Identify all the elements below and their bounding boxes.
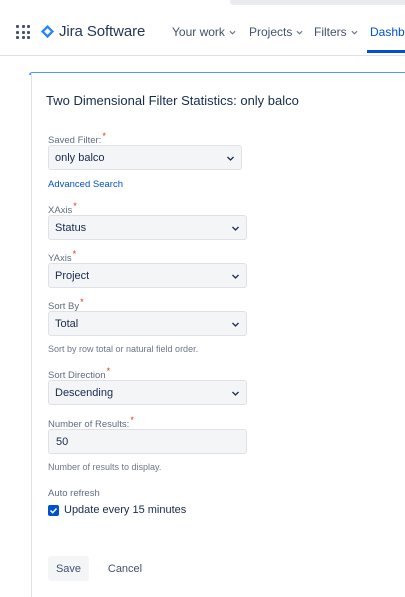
- jira-logo-icon: [40, 24, 55, 38]
- sort-direction-select[interactable]: Descending: [48, 380, 247, 405]
- nav-projects[interactable]: Projects: [249, 25, 303, 39]
- num-results-help: Number of results to display.: [48, 462, 162, 472]
- chevron-down-icon: [229, 30, 236, 35]
- saved-filter-select[interactable]: only balco: [48, 145, 242, 170]
- required-marker: *: [73, 200, 77, 211]
- nav-dashboards[interactable]: Dashb: [370, 25, 405, 39]
- sort-by-help: Sort by row total or natural field order…: [48, 344, 199, 354]
- num-results-input[interactable]: 50: [48, 429, 247, 454]
- nav-your-work[interactable]: Your work: [172, 25, 236, 39]
- required-marker: *: [72, 248, 77, 259]
- chevron-down-icon: [232, 322, 239, 327]
- required-marker: *: [130, 414, 134, 425]
- nav-filters[interactable]: Filters: [314, 25, 358, 39]
- sort-by-select[interactable]: Total: [48, 311, 247, 336]
- auto-refresh-checkbox-label[interactable]: Update every 15 minutes: [64, 504, 186, 516]
- nav-label: Filters: [314, 25, 347, 39]
- nav-label: Your work: [172, 25, 225, 39]
- xaxis-select[interactable]: Status: [48, 215, 247, 240]
- checkmark-icon: [49, 507, 58, 514]
- required-marker: *: [80, 296, 84, 307]
- chevron-down-icon: [296, 30, 303, 35]
- chevron-down-icon: [232, 274, 239, 279]
- sort-direction-value: Descending: [55, 386, 114, 399]
- required-marker: *: [102, 130, 106, 141]
- saved-filter-value: only balco: [55, 151, 105, 164]
- save-button[interactable]: Save: [48, 556, 89, 581]
- active-tab-indicator: [367, 50, 405, 53]
- brand-name: Jira Software: [59, 22, 146, 40]
- nav-label: Projects: [249, 25, 293, 39]
- jira-logo[interactable]: Jira Software: [40, 21, 145, 41]
- sort-by-value: Total: [55, 317, 79, 330]
- panel-title: Two Dimensional Filter Statistics: only …: [46, 93, 299, 108]
- xaxis-value: Status: [55, 221, 87, 234]
- yaxis-value: Project: [55, 269, 90, 282]
- auto-refresh-checkbox[interactable]: [48, 505, 59, 516]
- chevron-down-icon: [232, 226, 239, 231]
- chevron-down-icon: [232, 391, 239, 396]
- top-navigation: Jira Software Your work Projects Filters…: [0, 6, 405, 56]
- advanced-search-link[interactable]: Advanced Search: [48, 179, 123, 190]
- chevron-down-icon: [227, 156, 234, 161]
- auto-refresh-label: Auto refresh: [48, 488, 100, 499]
- required-marker: *: [106, 365, 111, 376]
- browser-bar: [230, 0, 405, 5]
- apps-grid-icon[interactable]: [16, 25, 30, 39]
- cancel-button[interactable]: Cancel: [100, 556, 150, 581]
- chevron-down-icon: [351, 30, 358, 35]
- yaxis-select[interactable]: Project: [48, 263, 247, 288]
